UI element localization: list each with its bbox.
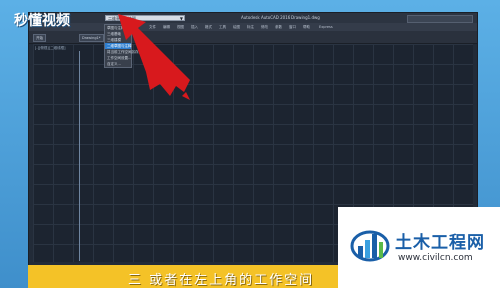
workspace-dropdown: 草图与注释 三维基础 三维建模 二维草图与注释 将当前工作空间另存为... 工作… — [104, 24, 145, 68]
menu-item[interactable]: 工具 — [219, 24, 226, 30]
menu-item[interactable]: 修改 — [261, 24, 268, 30]
tab-bar: 开始 Drawing1* — [29, 31, 477, 44]
menu-item[interactable]: 格式 — [205, 24, 212, 30]
menu-item[interactable]: 参数 — [275, 24, 282, 30]
document-name: Drawing1.dwg — [291, 15, 320, 20]
dropdown-item[interactable]: 自定义... — [105, 61, 131, 67]
logo: 秒懂视频 — [6, 4, 86, 29]
workspace-select[interactable]: 二维草图与注释 ▼ — [105, 15, 185, 21]
menu-item[interactable]: 标注 — [247, 24, 254, 30]
search-input[interactable] — [407, 15, 473, 23]
subtitle-text: 三 或者在左上角的工作空间 — [128, 273, 315, 288]
app-name: Autodesk AutoCAD 2016 — [241, 15, 291, 20]
logo-text: 秒懂视频 — [14, 13, 70, 29]
menu-item[interactable]: 帮助 — [303, 24, 310, 30]
menu-item[interactable]: 窗口 — [289, 24, 296, 30]
watermark-title: 土木工程网 — [395, 233, 485, 253]
menu-bar: 文件 编辑 视图 插入 格式 工具 绘图 标注 修改 参数 窗口 帮助 Expr… — [29, 23, 477, 31]
menu-item[interactable]: 插入 — [191, 24, 198, 30]
building-logo-icon — [350, 230, 390, 262]
chevron-down-icon: ▼ — [179, 16, 183, 21]
video-frame: 二维草图与注释 ▼ Autodesk AutoCAD 2016 Drawing1… — [0, 0, 500, 288]
tab-drawing1[interactable]: Drawing1* — [79, 34, 104, 42]
menu-item[interactable]: Express — [319, 24, 333, 30]
tab-start[interactable]: 开始 — [33, 34, 46, 42]
title-bar: 二维草图与注释 ▼ Autodesk AutoCAD 2016 Drawing1… — [29, 13, 477, 23]
watermark-url: www.civilcn.com — [398, 253, 473, 263]
menu-item[interactable]: 编辑 — [163, 24, 170, 30]
viewport-label[interactable]: [-][俯视][二维线框] — [35, 46, 65, 51]
workspace-value: 二维草图与注释 — [108, 16, 136, 21]
ucs-axis — [79, 51, 80, 261]
menu-item[interactable]: 绘图 — [233, 24, 240, 30]
menu-item[interactable]: 视图 — [177, 24, 184, 30]
menu-item[interactable]: 文件 — [149, 24, 156, 30]
